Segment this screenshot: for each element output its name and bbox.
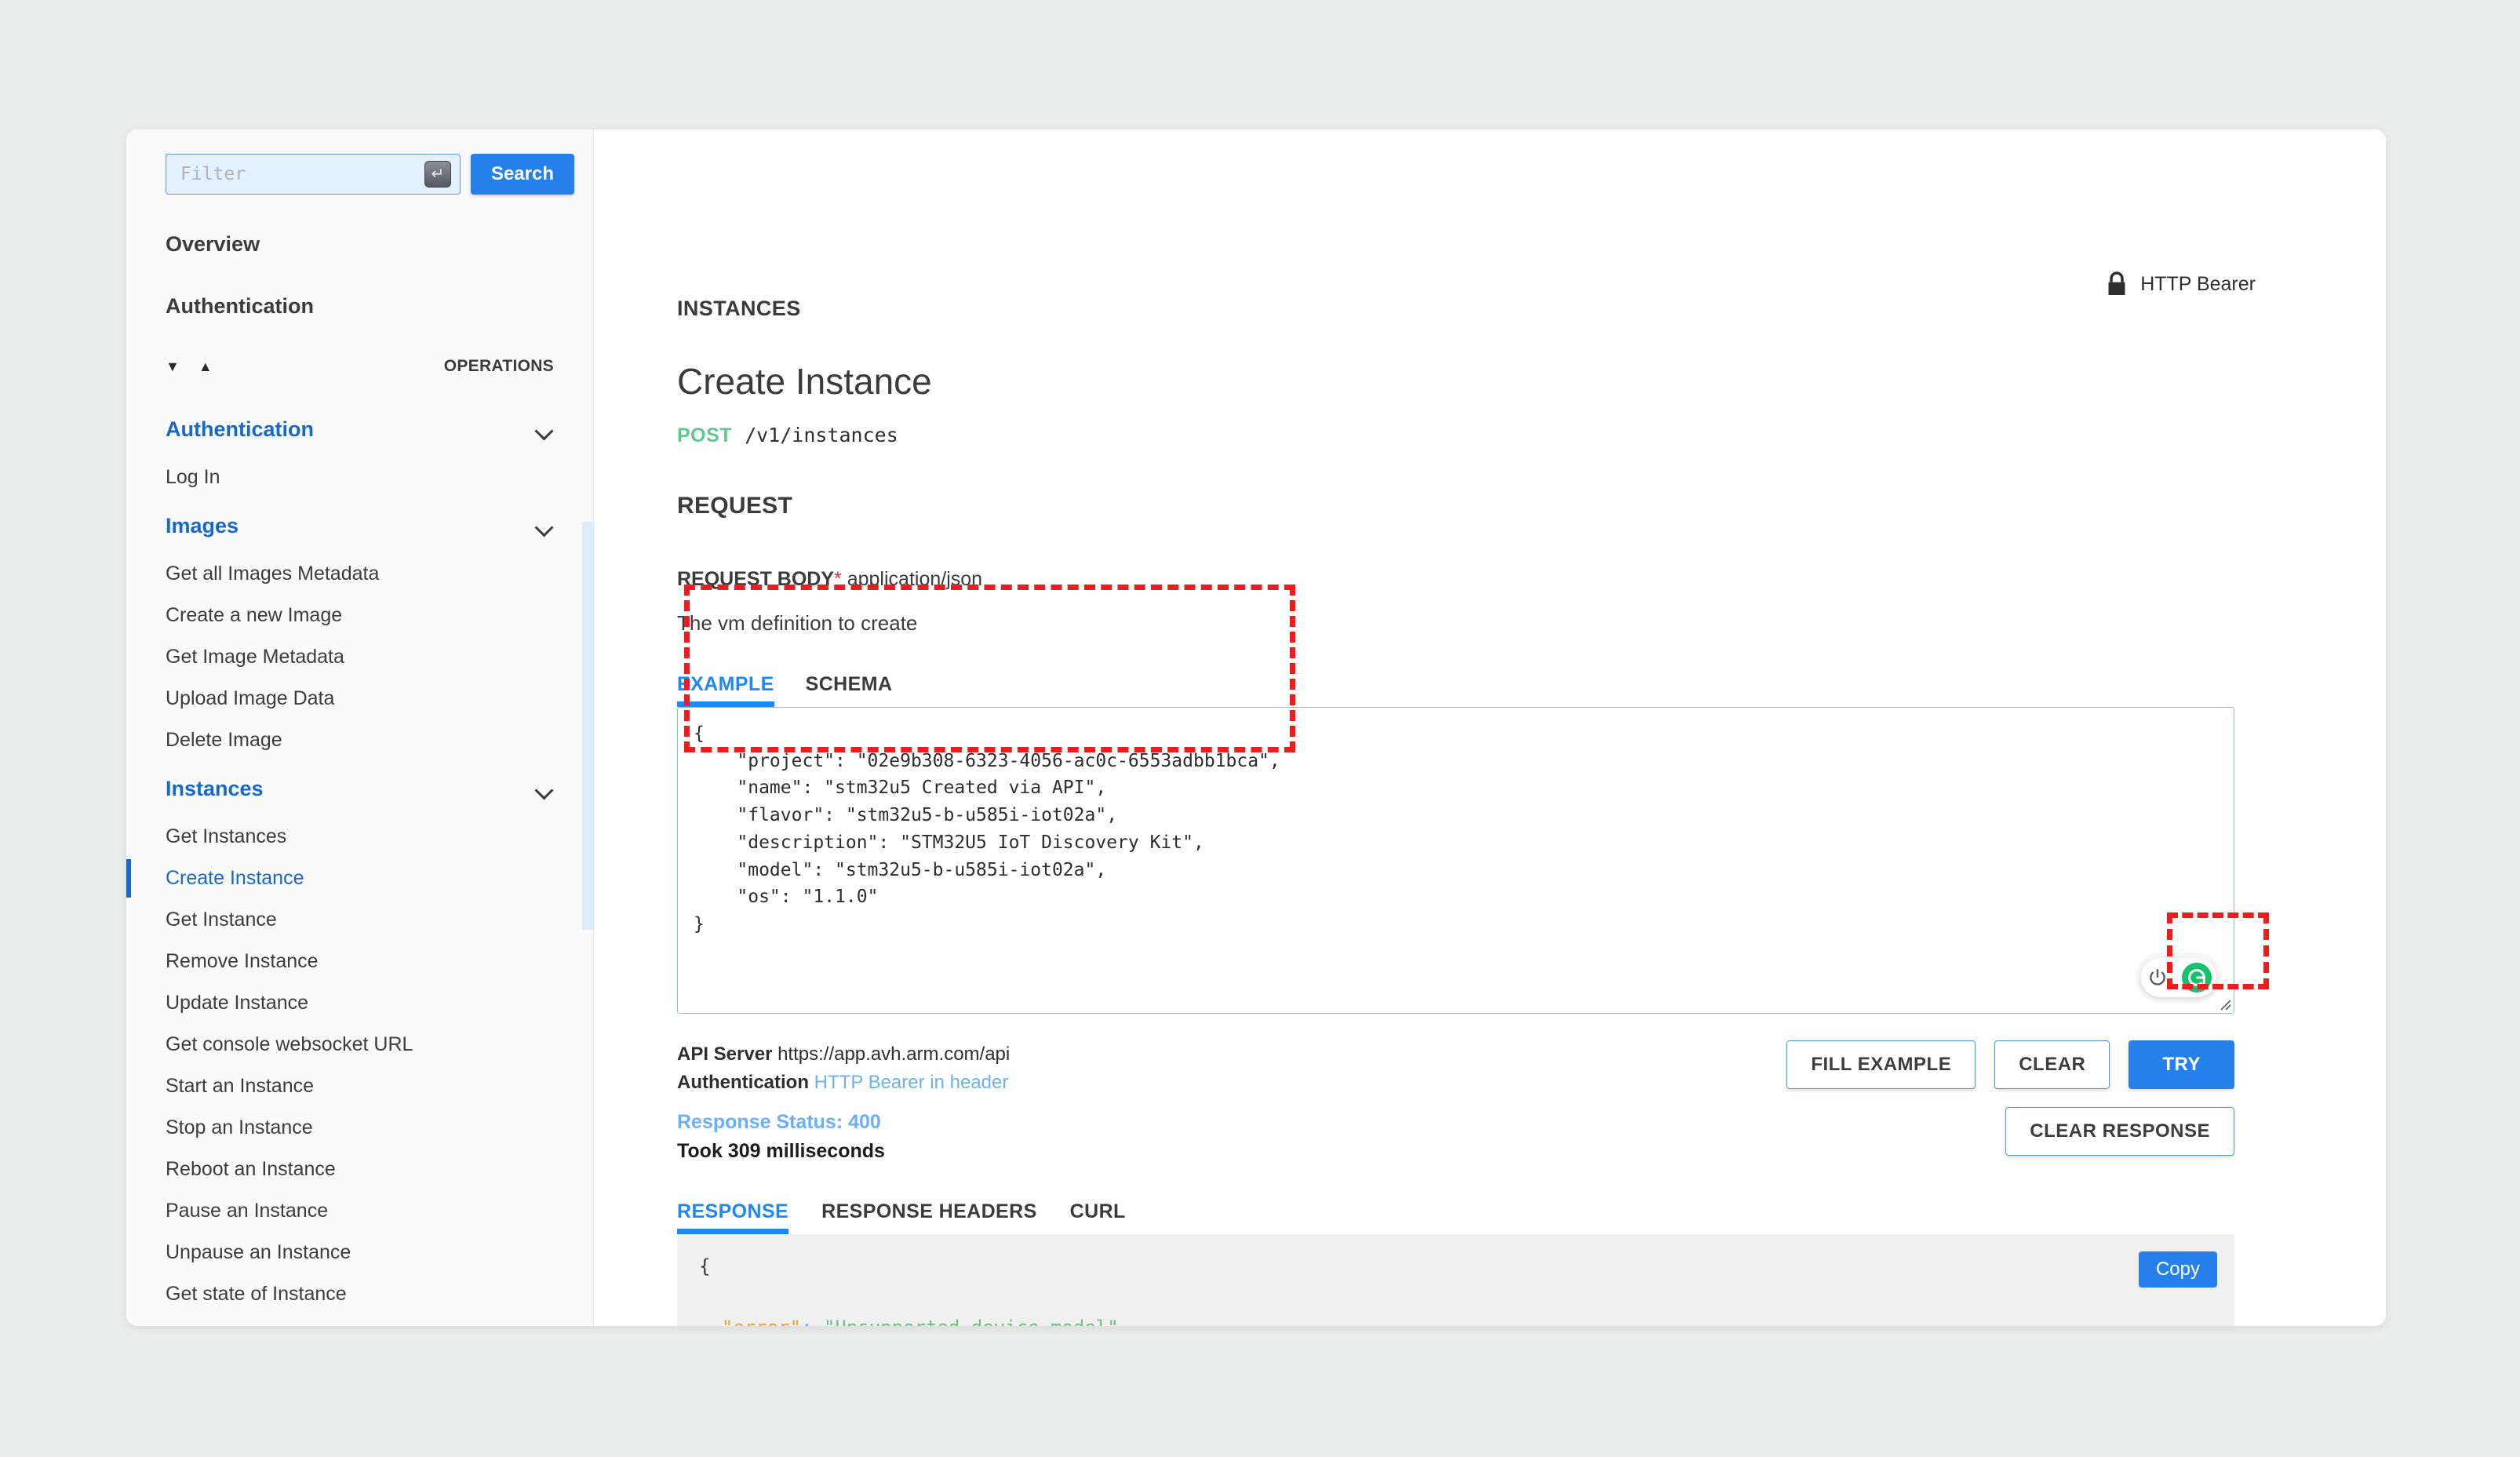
json-key: "error" (722, 1317, 801, 1326)
grammarly-widget[interactable] (2141, 958, 2216, 997)
endpoint-path: /v1/instances (745, 424, 898, 446)
page-title: Create Instance (677, 361, 932, 402)
request-body-label: REQUEST BODY (677, 568, 835, 590)
page-kicker: INSTANCES (677, 297, 801, 320)
required-asterisk: * (834, 568, 842, 590)
sidebar-nav-list: Authentication Log In Images Get all Ima… (126, 402, 593, 1315)
tab-response[interactable]: RESPONSE (677, 1200, 789, 1234)
response-body-code: { "error": "Unsupported device model", "… (699, 1251, 2212, 1326)
sidebar-item-log-in[interactable]: Log In (126, 457, 593, 498)
collapse-all-icon[interactable]: ▼ (166, 359, 180, 373)
chevron-down-icon[interactable] (537, 784, 554, 794)
api-meta-and-actions-row: API Server https://app.avh.arm.com/api A… (677, 1040, 2234, 1097)
response-duration-text: Took 309 milliseconds (677, 1140, 885, 1162)
sidebar-item-start-an-instance[interactable]: Start an Instance (126, 1065, 593, 1107)
http-method-badge: POST (677, 424, 733, 446)
sidebar-item-reboot-an-instance[interactable]: Reboot an Instance (126, 1149, 593, 1190)
copy-button[interactable]: Copy (2138, 1251, 2217, 1288)
api-server-value: https://app.avh.arm.com/api (777, 1044, 1011, 1065)
response-status-text: Response Status: 400 (677, 1111, 881, 1133)
chevron-down-icon[interactable] (537, 424, 554, 435)
sidebar-overview-heading[interactable]: Overview (126, 232, 593, 257)
request-body-editor[interactable]: { "project": "02e9b308-6323-4056-ac0c-65… (677, 707, 2234, 1014)
request-section-heading: REQUEST (677, 493, 793, 519)
request-body-content-type: application/json (847, 568, 983, 590)
grammarly-g-glyph (2188, 969, 2205, 986)
http-bearer-auth-badge[interactable]: HTTP Bearer (2106, 271, 2256, 297)
sidebar-item-get-state-of-instance[interactable]: Get state of Instance (126, 1273, 593, 1315)
request-action-buttons: FILL EXAMPLE CLEAR TRY (1786, 1040, 2234, 1089)
request-body-description: The vm definition to create (677, 611, 918, 635)
json-comma: , (1119, 1317, 1130, 1326)
api-server-line: API Server https://app.avh.arm.com/api (677, 1040, 1010, 1069)
sidebar-scrollbar[interactable] (582, 522, 593, 930)
sidebar-item-remove-instance[interactable]: Remove Instance (126, 941, 593, 982)
sidebar-group-instances[interactable]: Instances (126, 761, 593, 816)
tab-response-headers[interactable]: RESPONSE HEADERS (821, 1200, 1037, 1234)
json-colon: : (801, 1317, 812, 1326)
api-server-label: API Server (677, 1044, 773, 1065)
try-button[interactable]: TRY (2129, 1040, 2234, 1089)
sidebar-item-get-console-websocket-url[interactable]: Get console websocket URL (126, 1024, 593, 1065)
sidebar-item-upload-image-data[interactable]: Upload Image Data (126, 678, 593, 719)
sidebar-item-create-instance[interactable]: Create Instance (126, 858, 593, 899)
http-bearer-label: HTTP Bearer (2140, 272, 2256, 295)
sidebar: ↵ Search Overview Authentication ▼ ▲ OPE… (126, 129, 594, 1326)
clear-response-wrapper: CLEAR RESPONSE (2005, 1107, 2234, 1156)
api-meta: API Server https://app.avh.arm.com/api A… (677, 1040, 1010, 1097)
clear-button[interactable]: CLEAR (1994, 1040, 2110, 1089)
main-content: HTTP Bearer INSTANCES Create Instance PO… (594, 129, 2386, 1326)
authentication-value-link[interactable]: HTTP Bearer in header (814, 1072, 1009, 1093)
json-value: "Unsupported device model" (824, 1317, 1119, 1326)
sidebar-filter-row: ↵ Search (126, 129, 593, 195)
sidebar-item-get-instance[interactable]: Get Instance (126, 899, 593, 941)
sidebar-item-delete-image[interactable]: Delete Image (126, 719, 593, 761)
sidebar-authentication-heading[interactable]: Authentication (126, 294, 593, 319)
sidebar-item-update-instance[interactable]: Update Instance (126, 982, 593, 1024)
response-body-panel: Copy { "error": "Unsupported device mode… (677, 1234, 2234, 1326)
main-inner: INSTANCES Create Instance POST /v1/insta… (594, 129, 2386, 1326)
lock-icon (2108, 271, 2125, 295)
tab-schema[interactable]: SCHEMA (806, 673, 893, 707)
request-body-line: REQUEST BODY* application/json (677, 568, 2386, 591)
sidebar-item-get-instances[interactable]: Get Instances (126, 816, 593, 858)
request-body-tabs: EXAMPLE SCHEMA (677, 673, 2386, 707)
sidebar-group-authentication[interactable]: Authentication (126, 402, 593, 457)
screen-root: ↵ Search Overview Authentication ▼ ▲ OPE… (0, 0, 2520, 1457)
chevron-down-icon[interactable] (537, 521, 554, 531)
clear-response-button[interactable]: CLEAR RESPONSE (2005, 1107, 2234, 1156)
search-button[interactable]: Search (470, 154, 574, 195)
sidebar-collapse-expand-arrows: ▼ ▲ (166, 359, 213, 373)
filter-input-wrapper: ↵ (166, 154, 461, 195)
json-open-brace: { (699, 1255, 711, 1277)
resize-handle-icon[interactable] (2216, 995, 2231, 1011)
api-explorer-card: ↵ Search Overview Authentication ▼ ▲ OPE… (126, 129, 2386, 1326)
filter-input[interactable] (166, 154, 461, 195)
fill-example-button[interactable]: FILL EXAMPLE (1786, 1040, 1976, 1089)
power-icon[interactable] (2147, 967, 2168, 988)
sidebar-item-create-a-new-image[interactable]: Create a new Image (126, 595, 593, 636)
sidebar-group-images[interactable]: Images (126, 498, 593, 553)
endpoint-row: POST /v1/instances (677, 424, 2386, 447)
tab-example[interactable]: EXAMPLE (677, 673, 774, 707)
operations-label: OPERATIONS (443, 357, 554, 375)
sidebar-item-get-image-metadata[interactable]: Get Image Metadata (126, 636, 593, 678)
tab-curl[interactable]: CURL (1070, 1200, 1126, 1234)
sidebar-group-label: Images (166, 513, 239, 537)
expand-all-icon[interactable]: ▲ (198, 359, 213, 373)
sidebar-operations-row: ▼ ▲ OPERATIONS (126, 355, 593, 378)
sidebar-group-label: Authentication (166, 417, 314, 441)
enter-key-icon[interactable]: ↵ (424, 161, 451, 188)
authentication-line: Authentication HTTP Bearer in header (677, 1069, 1010, 1097)
grammarly-logo-icon[interactable] (2182, 963, 2212, 993)
authentication-label: Authentication (677, 1072, 809, 1093)
sidebar-item-pause-an-instance[interactable]: Pause an Instance (126, 1190, 593, 1232)
sidebar-item-get-all-images-metadata[interactable]: Get all Images Metadata (126, 553, 593, 595)
request-body-editor-text[interactable]: { "project": "02e9b308-6323-4056-ac0c-65… (678, 708, 2234, 951)
response-tabs: RESPONSE RESPONSE HEADERS CURL (677, 1200, 2386, 1234)
sidebar-item-unpause-an-instance[interactable]: Unpause an Instance (126, 1232, 593, 1273)
sidebar-item-stop-an-instance[interactable]: Stop an Instance (126, 1107, 593, 1149)
response-status-row: Response Status: 400 Took 309 millisecon… (677, 1107, 2234, 1163)
sidebar-group-label: Instances (166, 776, 264, 800)
